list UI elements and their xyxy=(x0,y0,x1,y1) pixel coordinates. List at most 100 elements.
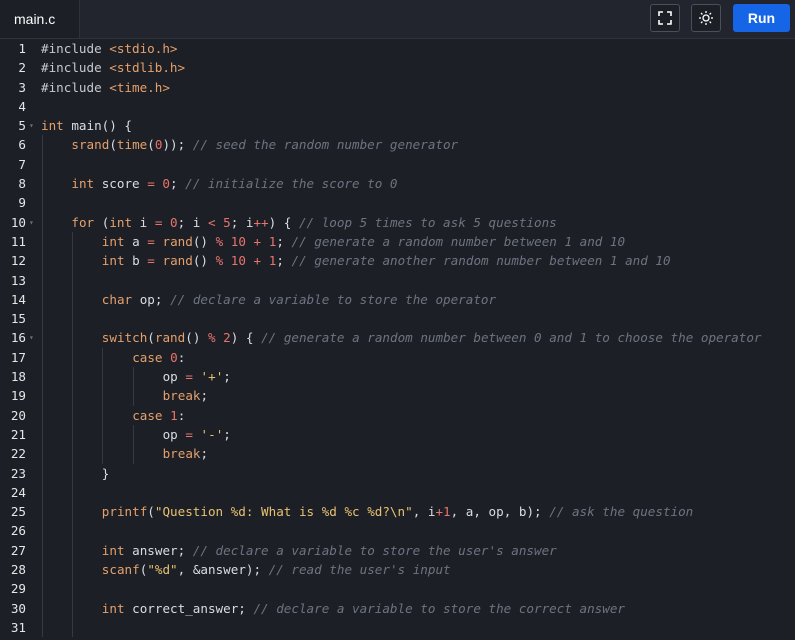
code-token: 10 xyxy=(230,253,246,269)
code-line[interactable]: 12 int b = rand() % 10 + 1; // generate a… xyxy=(0,251,795,271)
theme-toggle-button[interactable] xyxy=(691,4,721,32)
code-line[interactable]: 19 break; xyxy=(0,386,795,406)
code-line[interactable]: 27 int answer; // declare a variable to s… xyxy=(0,540,795,561)
code-token: int xyxy=(101,600,125,616)
code-line[interactable]: 29 xyxy=(0,579,795,599)
line-number: 28 xyxy=(10,562,26,578)
code-token: () xyxy=(192,253,216,269)
run-button[interactable]: Run xyxy=(733,4,790,32)
code-token: 0 xyxy=(162,176,170,192)
code-token: // loop 5 times to ask 5 questions xyxy=(291,214,557,230)
indent-guide xyxy=(41,424,43,445)
code-line[interactable]: 16 ▾ switch(rand() % 2) { // generate a ra… xyxy=(0,328,795,348)
code-line[interactable]: 1 #include <stdio.h> xyxy=(0,39,795,58)
tab-main-c[interactable]: main.c xyxy=(0,0,80,38)
line-number: 18 xyxy=(10,369,26,385)
code-line[interactable]: 21 op = '-'; xyxy=(0,424,795,445)
code-token: ( xyxy=(94,214,110,230)
fold-arrow-icon[interactable]: ▾ xyxy=(29,116,34,135)
code-token: // generate a random number between 0 an… xyxy=(253,330,762,346)
code-token: for xyxy=(71,214,95,230)
indent-guide xyxy=(71,270,73,290)
code-token: ( xyxy=(147,137,155,153)
code-line[interactable]: 14 char op; // declare a variable to stor… xyxy=(0,289,795,310)
code-line[interactable]: 24 xyxy=(0,482,795,503)
code-line[interactable]: 13 xyxy=(0,270,795,290)
code-line[interactable]: 26 xyxy=(0,521,795,541)
code-text: char op; // declare a variable to store … xyxy=(102,290,496,309)
code-line[interactable]: 8 int score = 0; // initialize the score … xyxy=(0,174,795,194)
code-token: int xyxy=(101,542,125,558)
code-editor[interactable]: 1 #include <stdio.h> 2 #include <stdlib.h> 3… xyxy=(0,39,795,640)
code-line[interactable]: 30 int correct_answer; // declare a varia… xyxy=(0,598,795,618)
code-line[interactable]: 3 #include <time.h> xyxy=(0,78,795,97)
code-token: ; xyxy=(276,253,284,269)
run-button-label: Run xyxy=(747,10,776,26)
code-line[interactable]: 28 scanf("%d", &answer); // read the user… xyxy=(0,560,795,580)
code-token: ; xyxy=(200,446,209,462)
code-line[interactable]: 25 printf("Question %d: What is %d %c %d?… xyxy=(0,502,795,522)
code-token: printf xyxy=(101,504,148,520)
fold-arrow-icon[interactable]: ▾ xyxy=(29,328,34,347)
code-text: int score = 0; // initialize the score t… xyxy=(71,174,397,193)
code-text: int main() { xyxy=(41,116,132,135)
code-token: i xyxy=(132,214,155,230)
code-line[interactable]: 5 ▾ int main() { xyxy=(0,116,795,135)
code-token: 2 xyxy=(223,330,231,346)
code-token: , &answer); xyxy=(177,562,262,578)
line-number: 15 xyxy=(10,311,26,327)
code-line[interactable]: 4 xyxy=(0,97,795,116)
indent-guide xyxy=(41,560,43,580)
code-token: case xyxy=(132,349,163,365)
code-line[interactable]: 31 xyxy=(0,617,795,638)
code-line[interactable]: 20 case 1: xyxy=(0,405,795,425)
line-number: 27 xyxy=(10,542,26,558)
code-token: <time.h> xyxy=(109,79,170,95)
code-token: rand xyxy=(154,330,186,346)
code-text: #include <time.h> xyxy=(41,78,170,97)
code-line[interactable]: 2 #include <stdlib.h> xyxy=(0,58,795,77)
code-line[interactable]: 11 int a = rand() % 10 + 1; // generate a… xyxy=(0,231,795,252)
fullscreen-button[interactable] xyxy=(650,4,680,32)
code-line[interactable]: 6 srand(time(0)); // seed the random numb… xyxy=(0,135,795,155)
code-token: // seed the random number generator xyxy=(185,137,459,153)
fold-arrow-icon[interactable]: ▾ xyxy=(29,213,34,232)
code-token: < xyxy=(207,214,216,230)
code-text: int correct_answer; // declare a variabl… xyxy=(102,599,625,618)
code-text: break; xyxy=(163,386,209,405)
code-token: break xyxy=(162,446,201,462)
code-line[interactable]: 23} xyxy=(0,463,795,483)
code-token: srand xyxy=(71,137,110,153)
code-token: ( xyxy=(109,137,117,153)
line-number: 24 xyxy=(10,484,26,500)
code-line[interactable]: 15 xyxy=(0,309,795,329)
fullscreen-icon xyxy=(658,11,672,25)
code-line[interactable]: 9 xyxy=(0,193,795,213)
line-number: 2 xyxy=(18,60,26,76)
indent-guide xyxy=(41,521,43,541)
code-token: rand xyxy=(162,253,193,269)
code-line[interactable]: 22 break; xyxy=(0,444,795,464)
indent-guide xyxy=(41,617,43,638)
line-number: 25 xyxy=(10,504,26,520)
code-token: <stdio.h> xyxy=(109,41,178,56)
indent-guide xyxy=(41,386,43,406)
code-token: = xyxy=(147,253,155,269)
code-token: , a, op, b); xyxy=(450,504,542,520)
code-token: int xyxy=(71,176,95,192)
code-token: = xyxy=(185,426,193,442)
code-token: ; xyxy=(170,176,178,192)
code-line[interactable]: 18 op = '+'; xyxy=(0,367,795,387)
code-line[interactable]: 17 case 0: xyxy=(0,347,795,368)
indent-guide xyxy=(71,405,73,425)
indent-guide xyxy=(71,289,73,310)
indent-guide xyxy=(132,444,134,464)
code-line[interactable]: 7 xyxy=(0,154,795,175)
line-number: 3 xyxy=(18,79,26,95)
code-line[interactable]: 10 ▾ for (int i = 0; i < 5; i++) { // loop… xyxy=(0,212,795,232)
